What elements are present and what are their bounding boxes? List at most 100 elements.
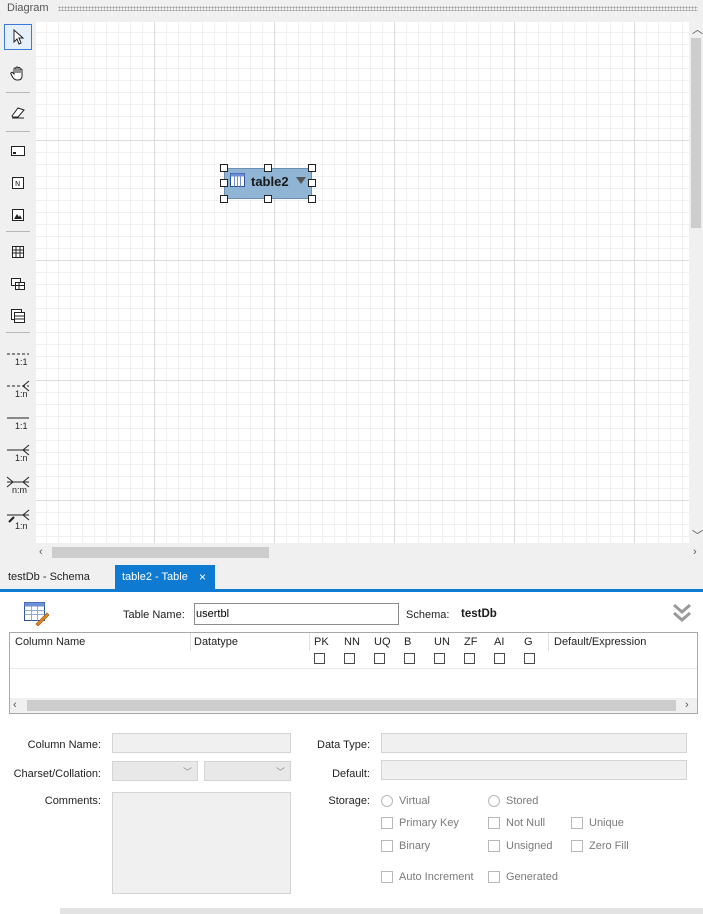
svg-text:N: N	[15, 180, 20, 188]
scroll-left-icon[interactable]: ‹	[13, 699, 17, 711]
virtual-label: Virtual	[399, 795, 430, 807]
grid-header-g[interactable]: G	[524, 636, 533, 648]
comments-label: Comments:	[44, 795, 101, 807]
column-name-field[interactable]	[112, 733, 291, 753]
grid-header-datatype[interactable]: Datatype	[194, 636, 238, 648]
scroll-right-icon[interactable]: ›	[685, 699, 689, 711]
layer-icon	[11, 146, 25, 156]
grid-header-column-name[interactable]: Column Name	[15, 636, 85, 648]
ai-header-checkbox[interactable]	[494, 653, 505, 664]
pointer-tool[interactable]	[4, 24, 32, 50]
not-null-label: Not Null	[506, 817, 546, 829]
zero-fill-label: Zero Fill	[589, 840, 629, 852]
resize-handle[interactable]	[308, 179, 316, 187]
image-icon	[12, 209, 24, 221]
table-name-label: Table Name:	[123, 609, 185, 621]
stored-radio[interactable]	[488, 795, 500, 807]
scroll-right-icon[interactable]: ›	[693, 546, 697, 558]
uq-header-checkbox[interactable]	[374, 653, 385, 664]
relation-label: 1:n	[15, 389, 28, 399]
relation-label: 1:n	[15, 453, 28, 463]
nn-header-checkbox[interactable]	[344, 653, 355, 664]
new-view-tool[interactable]	[4, 271, 32, 297]
binary-checkbox[interactable]	[381, 840, 393, 852]
auto-increment-checkbox[interactable]	[381, 871, 393, 883]
diagram-canvas[interactable]	[36, 22, 689, 543]
new-table-tool[interactable]	[4, 239, 32, 265]
vertical-scroll-thumb[interactable]	[691, 38, 701, 228]
comments-textarea[interactable]	[112, 792, 291, 894]
relation-label: 1:n	[15, 521, 28, 531]
scroll-down-icon[interactable]: ﹀	[692, 530, 703, 542]
expand-triangle-icon[interactable]	[296, 177, 306, 185]
table-widget-label: table2	[251, 174, 289, 189]
resize-handle[interactable]	[308, 164, 316, 172]
un-header-checkbox[interactable]	[434, 653, 445, 664]
virtual-radio[interactable]	[381, 795, 393, 807]
pk-header-checkbox[interactable]	[314, 653, 325, 664]
resize-handle[interactable]	[264, 195, 272, 203]
tab-schema[interactable]: testDb - Schema	[0, 565, 98, 589]
close-icon[interactable]: ×	[199, 565, 206, 589]
grid-header-pk[interactable]: PK	[314, 636, 329, 648]
eraser-tool[interactable]	[4, 99, 32, 125]
collation-select[interactable]: ﹀	[204, 761, 291, 781]
resize-handle[interactable]	[220, 164, 228, 172]
new-routine-group-tool[interactable]	[4, 303, 32, 329]
charset-select[interactable]: ﹀	[112, 761, 198, 781]
grid-header-uq[interactable]: UQ	[374, 636, 391, 648]
schema-label: Schema:	[406, 609, 450, 621]
routine-group-icon	[11, 309, 25, 323]
resize-handle[interactable]	[308, 195, 316, 203]
column-name-label: Column Name:	[27, 739, 101, 751]
table-icon	[230, 173, 245, 187]
collapse-chevrons-icon[interactable]	[672, 602, 692, 624]
header-grip[interactable]	[58, 6, 698, 11]
grid-header-zf[interactable]: ZF	[464, 636, 477, 648]
charset-collation-label: Charset/Collation:	[13, 768, 101, 780]
auto-increment-label: Auto Increment	[399, 871, 474, 883]
note-icon: N	[12, 177, 24, 189]
relation-label: n:m	[12, 485, 28, 495]
layer-tool[interactable]	[4, 138, 32, 164]
grid-header-ai[interactable]: AI	[494, 636, 504, 648]
resize-handle[interactable]	[220, 195, 228, 203]
hand-tool[interactable]	[4, 60, 32, 86]
generated-checkbox[interactable]	[488, 871, 500, 883]
grid-horizontal-scroll-thumb[interactable]	[27, 700, 676, 711]
bottom-scrollbar[interactable]	[60, 908, 703, 914]
b-header-checkbox[interactable]	[404, 653, 415, 664]
g-header-checkbox[interactable]	[524, 653, 535, 664]
zf-header-checkbox[interactable]	[464, 653, 475, 664]
default-label: Default:	[332, 768, 370, 780]
resize-handle[interactable]	[220, 179, 228, 187]
default-field[interactable]	[381, 760, 687, 780]
resize-handle[interactable]	[264, 164, 272, 172]
scroll-left-icon[interactable]: ‹	[39, 546, 43, 558]
pointer-icon	[13, 29, 25, 45]
grid-header-un[interactable]: UN	[434, 636, 450, 648]
chevron-down-icon: ﹀	[182, 767, 192, 777]
unique-checkbox[interactable]	[571, 817, 583, 829]
data-type-field[interactable]	[381, 733, 687, 753]
image-tool[interactable]	[4, 202, 32, 228]
grid-header-default-expression[interactable]: Default/Expression	[554, 636, 646, 648]
not-null-checkbox[interactable]	[488, 817, 500, 829]
primary-key-checkbox[interactable]	[381, 817, 393, 829]
grid-header-nn[interactable]: NN	[344, 636, 360, 648]
grid-header-b[interactable]: B	[404, 636, 411, 648]
unique-label: Unique	[589, 817, 624, 829]
unsigned-checkbox[interactable]	[488, 840, 500, 852]
schema-value: testDb	[461, 608, 497, 620]
unsigned-label: Unsigned	[506, 840, 553, 852]
relation-label: 1:1	[15, 357, 28, 367]
zero-fill-checkbox[interactable]	[571, 840, 583, 852]
diagram-toolbar: N 1:1 1:n 1:1 1:n n:m 1:n	[0, 18, 36, 545]
horizontal-scroll-thumb[interactable]	[52, 547, 269, 558]
note-tool[interactable]: N	[4, 170, 32, 196]
scroll-up-icon[interactable]: ︿	[692, 24, 703, 36]
view-icon	[11, 278, 25, 290]
tab-table[interactable]: table2 - Table ×	[115, 565, 215, 589]
primary-key-label: Primary Key	[399, 817, 459, 829]
table-name-input[interactable]	[194, 603, 399, 625]
